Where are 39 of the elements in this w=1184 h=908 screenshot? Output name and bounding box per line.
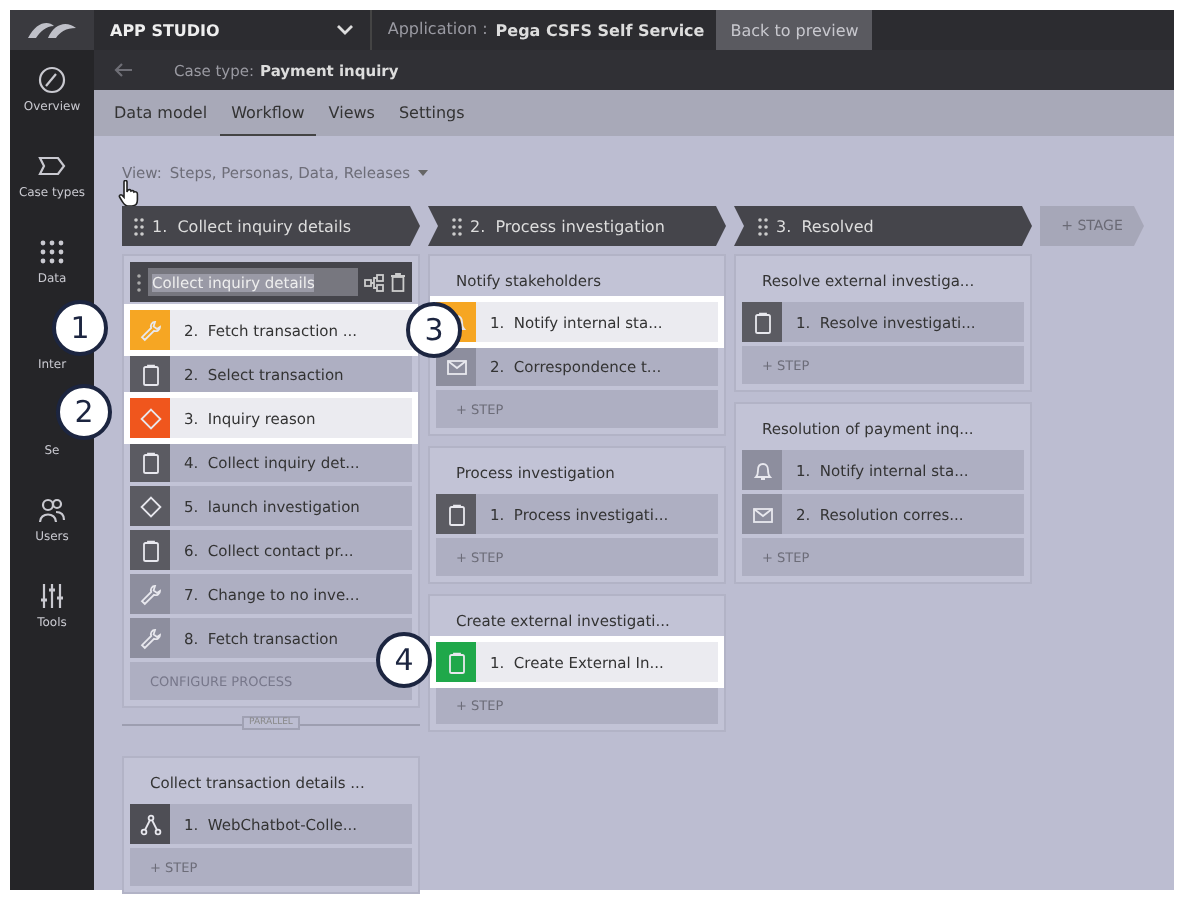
diamond-icon <box>139 495 161 517</box>
clipboard-icon <box>139 539 161 561</box>
clipboard-icon <box>445 651 467 673</box>
clipboard-icon <box>139 363 161 385</box>
drag-handle-icon[interactable] <box>758 217 768 235</box>
back-to-preview-button[interactable]: Back to preview <box>716 10 873 50</box>
stage-header[interactable]: 1. Collect inquiry details <box>122 206 420 246</box>
chevron-down-icon[interactable] <box>335 24 354 36</box>
application-name: Pega CSFS Self Service <box>495 21 705 39</box>
clipboard-icon <box>751 311 773 333</box>
stage-header[interactable]: 3. Resolved <box>734 206 1032 246</box>
logo-icon <box>26 20 78 40</box>
tab[interactable]: Data model <box>102 90 220 136</box>
chevron-icon[interactable] <box>38 152 66 180</box>
trash-icon[interactable] <box>390 272 406 292</box>
envelope-icon <box>751 503 773 525</box>
sliders-icon[interactable] <box>38 582 66 610</box>
envelope-icon <box>445 355 467 377</box>
wrench-icon <box>139 583 161 605</box>
drag-handle-icon[interactable] <box>452 217 462 235</box>
people-icon[interactable] <box>38 496 66 524</box>
app-title: APP STUDIO <box>110 21 220 39</box>
drag-handle-icon[interactable] <box>134 217 144 235</box>
share-icon[interactable] <box>364 273 384 291</box>
wrench-icon <box>139 627 161 649</box>
drag-handle-icon[interactable] <box>136 273 142 291</box>
gauge-icon[interactable] <box>38 66 66 94</box>
branch-icon <box>139 813 161 835</box>
diamond-icon <box>139 407 161 429</box>
clipboard-icon <box>445 503 467 525</box>
stage-header[interactable]: 2. Process investigation <box>428 206 726 246</box>
tab[interactable]: Settings <box>386 90 477 136</box>
grid-icon[interactable] <box>37 238 66 266</box>
wrench-icon <box>139 319 161 341</box>
hand-cursor-icon <box>118 180 140 208</box>
clipboard-icon <box>139 451 161 473</box>
tab[interactable]: Views <box>316 90 387 136</box>
caret-down-icon[interactable] <box>418 170 429 176</box>
back-arrow-icon[interactable] <box>114 62 134 78</box>
